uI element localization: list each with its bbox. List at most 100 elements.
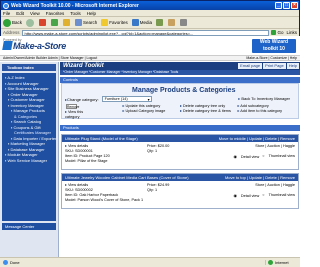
wizard-bar: Wizard Toolkit Email page Print Page Hel… <box>60 62 300 70</box>
menu-help[interactable]: Help <box>87 11 96 16</box>
remove-category-button[interactable]: Remove <box>66 104 79 109</box>
back-button[interactable]: Back <box>3 18 22 27</box>
upload-category-image-link[interactable]: ▸ Upload Category image <box>123 109 181 114</box>
stop-button[interactable] <box>39 19 47 26</box>
go-arrow-icon <box>271 30 277 35</box>
media-button[interactable]: Media <box>131 19 152 26</box>
search-icon <box>75 19 83 26</box>
change-category-row: ▸ Change category: Furniture (14) <box>65 96 152 102</box>
product-card-header: Ultimate Jewelry Wooden Cabinet Media Ca… <box>62 174 298 181</box>
window-title: Web Wizard Toolkit 10.00 - Microsoft Int… <box>11 2 139 9</box>
maximize-button[interactable]: □ <box>283 2 290 9</box>
product-card: Ultimate Jewelry Wooden Cabinet Media Ca… <box>61 173 299 209</box>
products-header: Products <box>60 125 300 131</box>
stop-icon <box>39 19 47 26</box>
print-page-link[interactable]: Print Page <box>263 63 286 69</box>
page-done-icon <box>3 260 8 265</box>
product-model: Model: Pillar of the Stage <box>65 159 108 163</box>
refresh-button[interactable] <box>51 19 59 26</box>
home-button[interactable] <box>63 19 71 26</box>
product-card-body: ▸ View details SKU: SD000001 Item ID: Pr… <box>62 142 298 169</box>
sidebar-header[interactable]: Toolbox Index <box>2 64 56 71</box>
product-actions[interactable]: Move to middle | Update | Delete | Remov… <box>219 135 298 142</box>
category-operations: Remove ▸ View this category ▸ Update thi… <box>65 104 295 120</box>
menu-bar: File Edit View Favorites Tools Help <box>1 10 299 17</box>
status-bar: Done Internet <box>0 257 300 267</box>
print-button[interactable] <box>180 19 188 26</box>
history-icon <box>156 19 164 26</box>
product-card-body: ▸ View details SKU: SD000002 Item ID: Oa… <box>62 181 298 208</box>
mail-button[interactable] <box>168 19 176 26</box>
title-bar: Web Wizard Toolkit 10.00 - Microsoft Int… <box>1 1 299 10</box>
links-button[interactable]: Links <box>286 30 297 35</box>
product-sub-actions[interactable]: Store | Auction | Haggle <box>255 144 295 149</box>
controls-panel: Manage Products & Categories ▸ Change ca… <box>61 83 299 119</box>
menu-file[interactable]: File <box>3 11 10 16</box>
add-item-link[interactable]: ▸ Add item to this category <box>238 109 296 114</box>
thumbnail-view-option[interactable]: ○ Thumbnail view <box>262 193 295 198</box>
refresh-icon <box>51 19 59 26</box>
product-card: Ultimate Plug Stand (Model of the Stage)… <box>61 134 299 170</box>
back-arrow-icon <box>3 18 11 27</box>
site-header: Powered by Make-a-Store Web Wizard toolk… <box>0 36 300 56</box>
product-qty: Qty: 1 <box>147 188 158 192</box>
page-title: Manage Products & Categories <box>132 87 236 94</box>
product-model: Model: Parson Wood's Cover of Stone, Pac… <box>65 198 144 202</box>
product-card-header: Ultimate Plug Stand (Model of the Stage)… <box>62 135 298 142</box>
detail-view-option[interactable]: ◉ Detail view <box>234 154 260 159</box>
internet-zone-icon <box>268 260 273 265</box>
mail-icon <box>168 19 176 26</box>
message-center[interactable]: Message Center <box>2 223 56 230</box>
web-wizard-badge: Web Wizard toolkit 10 <box>252 39 296 53</box>
sidebar-item-web-service-manager[interactable]: ▪ Web Service Manager <box>4 158 54 164</box>
logo-mark-icon <box>2 41 13 50</box>
favorites-button[interactable]: Favorites <box>101 19 128 26</box>
admin-bar: Admin/Owner/Admin Builder Admin | Store … <box>0 56 300 61</box>
back-to-inventory-link[interactable]: ▸ Back To Inventory Manager <box>238 96 290 101</box>
delete-category-tree-items-link[interactable]: ▸ Delete category tree & items <box>180 109 238 114</box>
product-actions[interactable]: Move to top | Update | Delete | Remove <box>225 174 298 181</box>
ie-logo-icon <box>3 2 9 9</box>
menu-tools[interactable]: Tools <box>70 11 81 16</box>
menu-view[interactable]: View <box>30 11 40 16</box>
main-panel: Wizard Toolkit Email page Print Page Hel… <box>60 62 300 257</box>
browser-toolbar: Back Search Favorites Media <box>1 17 299 29</box>
forward-arrow-icon <box>26 18 35 27</box>
email-page-link[interactable]: Email page <box>238 63 263 69</box>
sidebar: Toolbox Index ▪ A-Z Index ▪ Account Mana… <box>0 62 59 257</box>
go-button[interactable]: Go <box>271 30 283 35</box>
admin-right-links[interactable]: Make-a-Store | Customize | Help <box>246 56 297 61</box>
search-button[interactable]: Search <box>75 19 97 26</box>
minimize-button[interactable]: _ <box>275 2 282 9</box>
media-icon <box>131 19 139 26</box>
sub-navigation[interactable]: *Order Manager *Customer Manager *Invent… <box>60 70 300 75</box>
close-button[interactable]: × <box>291 2 298 9</box>
security-zone: Internet <box>275 260 289 265</box>
history-button[interactable] <box>156 19 164 26</box>
status-text: Done <box>10 260 20 265</box>
address-label: Address <box>3 30 20 35</box>
product-title[interactable]: Ultimate Jewelry Wooden Cabinet Media Ca… <box>65 174 189 181</box>
product-sub-actions[interactable]: Store | Auction | Haggle <box>255 183 295 188</box>
wizard-links: Email page Print Page Help <box>238 63 300 69</box>
change-category-label: Change category: <box>67 96 99 102</box>
home-icon <box>63 19 71 26</box>
make-a-store-logo[interactable]: Make-a-Store <box>2 41 66 51</box>
wizard-title: Wizard Toolkit <box>63 63 104 69</box>
view-category-link-cont[interactable]: category <box>65 115 123 120</box>
print-icon <box>180 19 188 26</box>
forward-button[interactable] <box>26 18 35 27</box>
star-icon <box>101 19 109 26</box>
sidebar-tree: ▪ A-Z Index ▪ Account Manager ▪ Site Bus… <box>2 73 56 221</box>
help-link[interactable]: Help <box>286 63 299 69</box>
menu-favorites[interactable]: Favorites <box>46 11 65 16</box>
address-input[interactable]: http://www.make-a-store.com/scripts/admi… <box>21 29 270 36</box>
admin-links[interactable]: Admin/Owner/Admin Builder Admin | Store … <box>3 56 97 60</box>
menu-edit[interactable]: Edit <box>16 11 24 16</box>
detail-view-option[interactable]: ◉ Detail view <box>234 193 260 198</box>
thumbnail-view-option[interactable]: ○ Thumbnail view <box>262 154 295 159</box>
page-content: Powered by Make-a-Store Web Wizard toolk… <box>0 36 300 257</box>
category-select[interactable]: Furniture (14) <box>101 96 152 102</box>
product-qty: Qty: 1 <box>147 149 158 153</box>
product-title[interactable]: Ultimate Plug Stand (Model of the Stage) <box>65 135 138 142</box>
